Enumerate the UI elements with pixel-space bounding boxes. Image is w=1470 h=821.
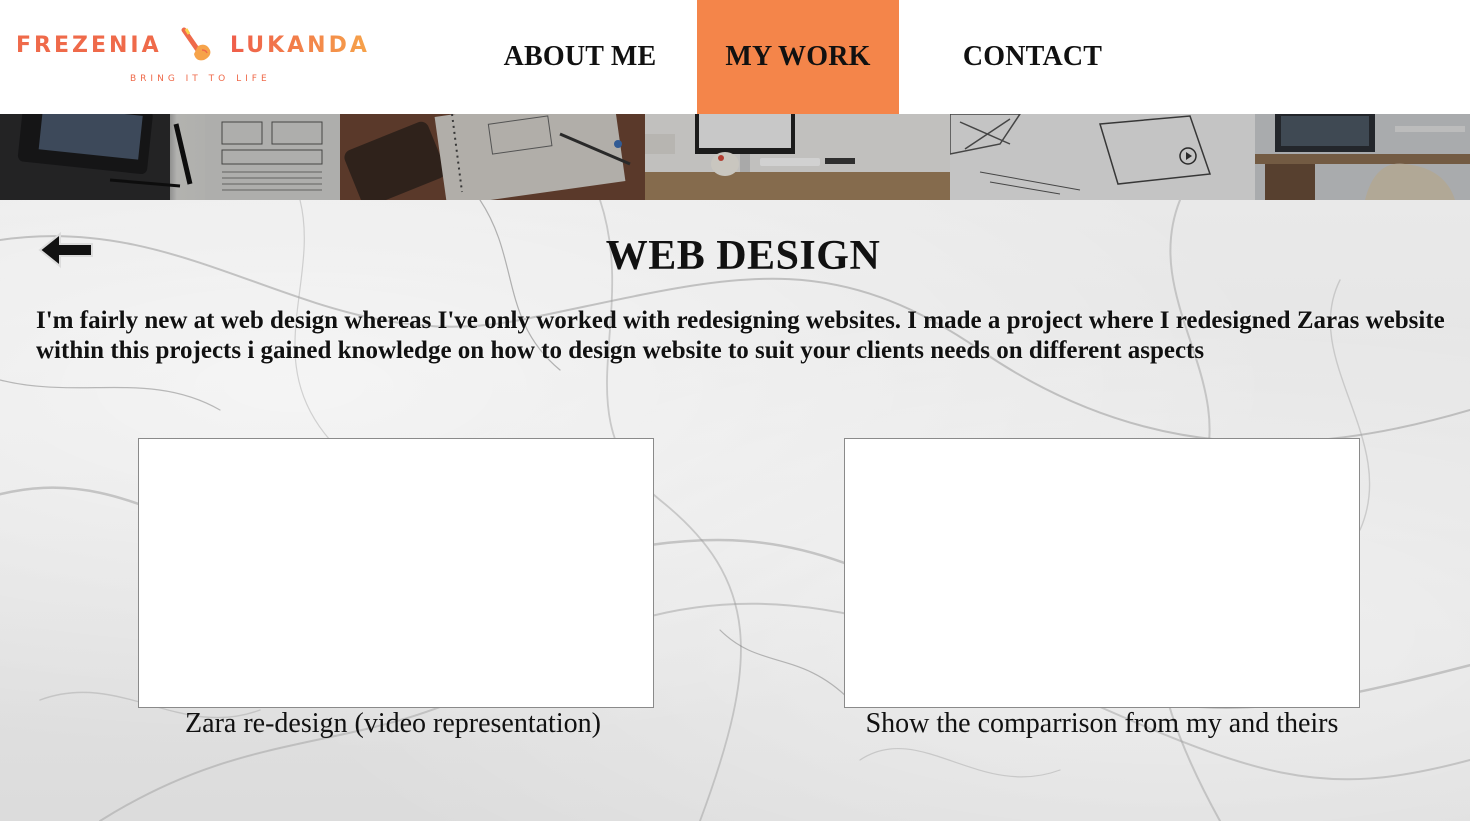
pencil-hand-icon: [181, 27, 211, 61]
comparison-caption: Show the comparrison from my and theirs: [865, 708, 1339, 739]
banner-photo-wireframe: [950, 114, 1255, 200]
page-title: WEB DESIGN: [605, 233, 881, 279]
zara-redesign-caption: Zara re-design (video representation): [185, 708, 601, 739]
nav-contact[interactable]: CONTACT: [930, 0, 1135, 114]
brand-logo[interactable]: FREZENIA LUKANDA BRING IT TO LIFE: [16, 26, 376, 88]
intro-paragraph: I'm fairly new at web design whereas I'v…: [36, 307, 1445, 364]
banner-photo-notebook: [340, 114, 645, 200]
brand-first-name: FREZENIA: [16, 33, 162, 58]
banner-photo-tablet-desk: [0, 114, 340, 200]
banner-photo-laptop: [1255, 114, 1470, 200]
banner-photo-imac: [645, 114, 950, 200]
comparison-frame[interactable]: [844, 438, 1360, 708]
brand-last-name: LUKANDA: [230, 33, 370, 58]
nav-about-me[interactable]: ABOUT ME: [480, 0, 680, 114]
site-header: FREZENIA LUKANDA BRING IT TO LIFE ABOUT …: [0, 0, 1470, 114]
zara-redesign-video-frame[interactable]: [138, 438, 654, 708]
main-content: WEB DESIGN I'm fairly new at web design …: [0, 200, 1470, 821]
brand-tagline: BRING IT TO LIFE: [130, 74, 271, 84]
hero-banner: [0, 114, 1470, 200]
nav-my-work[interactable]: MY WORK: [697, 0, 899, 114]
